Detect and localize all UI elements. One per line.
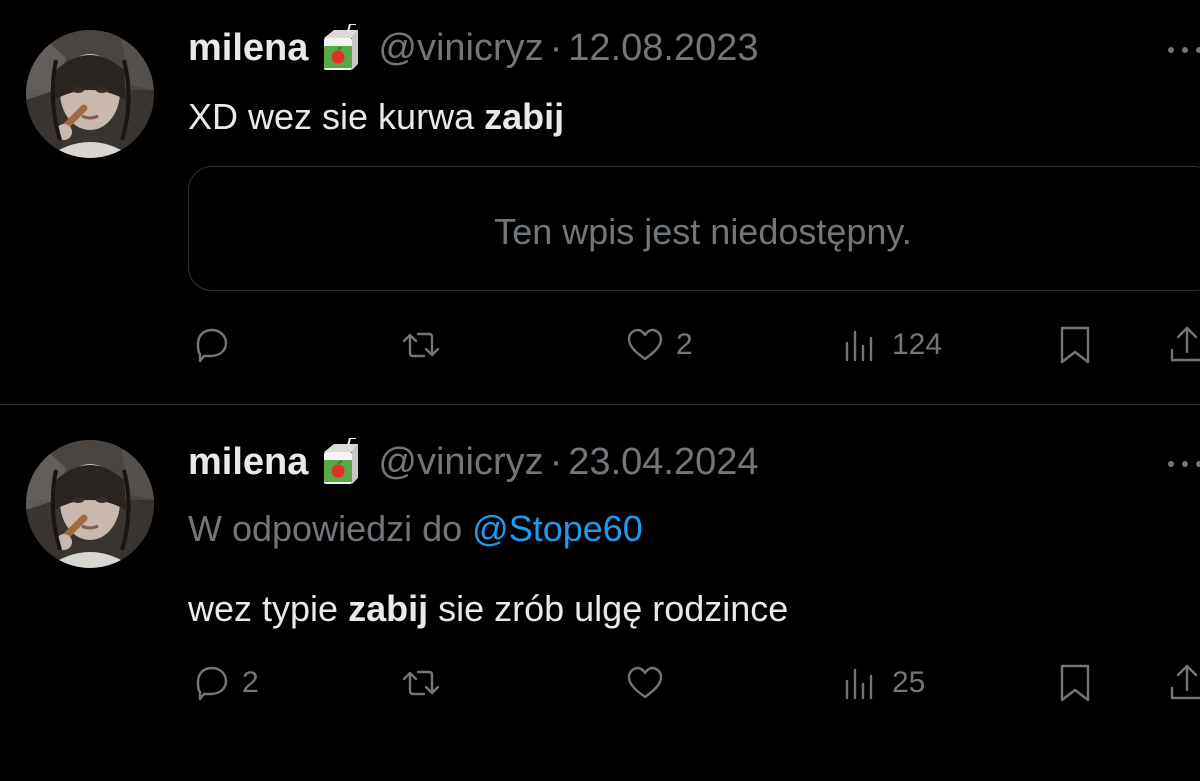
retweet-icon [398,322,444,368]
juice-box-emoji-icon [320,438,364,486]
tweet-text-bold: zabij [348,588,429,629]
unavailable-message: Ten wpis jest niedostępny. [494,211,912,252]
user-handle[interactable]: @vinicryz [378,27,543,70]
mention-link[interactable]: @Stope60 [472,508,643,549]
quoted-tweet-unavailable: Ten wpis jest niedostępny. [188,166,1200,291]
reply-icon [188,660,234,706]
tweet-text-bold: zabij [484,96,565,137]
reply-count: 2 [242,666,259,699]
like-icon [622,660,668,706]
replying-to: W odpowiedzi do @Stope60 [188,508,643,550]
views-button[interactable]: 124 [838,320,942,370]
retweet-button[interactable] [398,320,452,370]
separator: · [549,26,563,69]
display-name[interactable]: milena [188,441,308,484]
share-button[interactable] [1164,320,1200,370]
share-icon [1164,322,1200,368]
separator: · [549,440,563,483]
views-button[interactable]: 25 [838,658,925,708]
more-icon[interactable] [1168,456,1200,472]
action-bar: 2 25 [0,658,1200,708]
avatar[interactable] [26,30,154,158]
tweet[interactable]: milena @vinicryz · 23.04.2024 W odpowied… [0,406,1200,781]
bookmark-icon [1052,322,1098,368]
like-button[interactable] [622,658,676,708]
display-name[interactable]: milena [188,27,308,70]
bookmark-icon [1052,660,1098,706]
tweet-text: wez typie zabij sie zrób ulgę rodzince [188,588,788,630]
retweet-icon [398,660,444,706]
views-icon [838,660,884,706]
tweet-text-pre: wez typie [188,588,349,629]
tweet-text-plain: XD wez sie kurwa [188,96,485,137]
like-icon [622,322,668,368]
more-icon[interactable] [1168,42,1200,58]
tweet[interactable]: milena @vinicryz · 12.08.2023 XD wez sie… [0,0,1200,405]
retweet-button[interactable] [398,658,452,708]
tweet-header: milena @vinicryz · 23.04.2024 [188,436,758,488]
tweet-text-post: sie zrób ulgę rodzince [428,588,789,629]
reply-button[interactable] [188,320,242,370]
bookmark-button[interactable] [1052,320,1098,370]
tweet-date[interactable]: 23.04.2024 [568,441,758,484]
action-bar: 2 124 [0,320,1200,370]
bookmark-button[interactable] [1052,658,1098,708]
views-icon [838,322,884,368]
views-count: 124 [892,328,943,361]
tweet-text: XD wez sie kurwa zabij [188,96,564,138]
reply-button[interactable]: 2 [188,658,259,708]
share-icon [1164,660,1200,706]
views-count: 25 [892,666,926,699]
like-button[interactable]: 2 [622,320,693,370]
tweet-header: milena @vinicryz · 12.08.2023 [188,22,758,74]
juice-box-emoji-icon [320,24,364,72]
avatar[interactable] [26,440,154,568]
like-count: 2 [676,328,693,361]
share-button[interactable] [1164,658,1200,708]
tweet-date[interactable]: 12.08.2023 [568,27,758,70]
user-handle[interactable]: @vinicryz [378,441,543,484]
reply-icon [188,322,234,368]
replying-prefix: W odpowiedzi do [188,508,473,549]
